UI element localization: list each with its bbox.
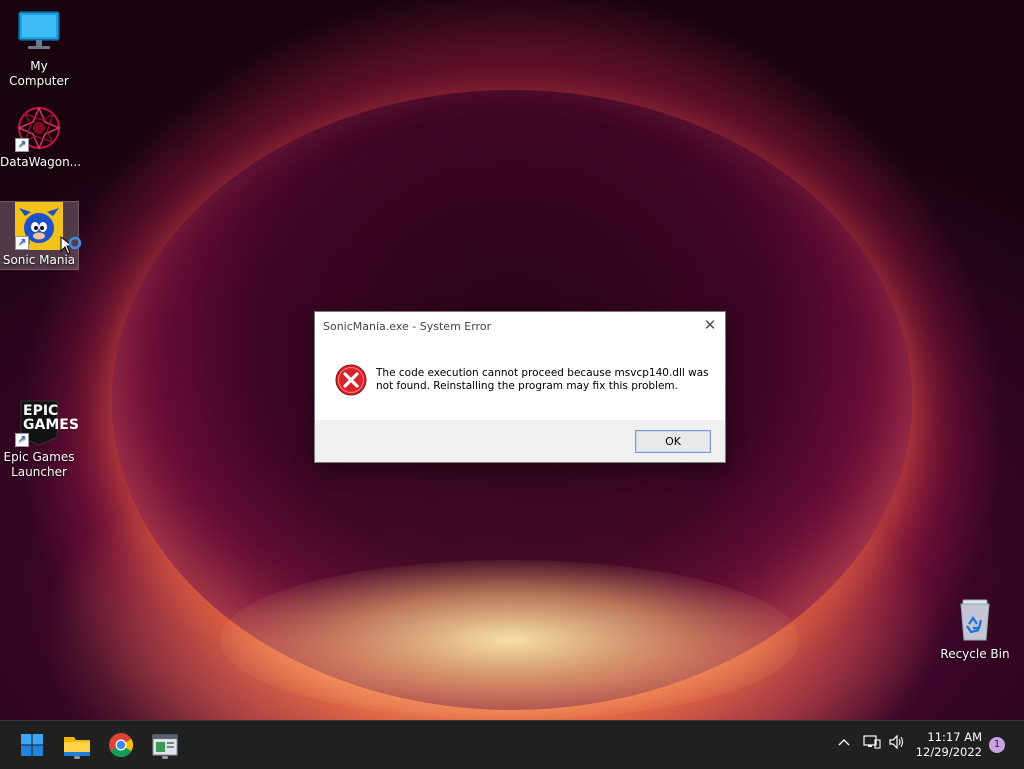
file-explorer-icon[interactable]	[61, 729, 93, 761]
system-error-dialog: SonicMania.exe - System Error ✕ The code…	[314, 311, 726, 463]
dialog-title: SonicMania.exe - System Error	[323, 320, 492, 333]
running-indicator	[74, 756, 80, 759]
error-icon	[335, 364, 367, 396]
clock-date: 12/29/2022	[915, 745, 982, 759]
clock-time: 11:17 AM	[927, 730, 982, 744]
volume-icon[interactable]	[888, 734, 906, 754]
chrome-icon[interactable]	[105, 729, 137, 761]
shortcut-arrow-icon: ↗	[15, 433, 29, 447]
windows-start-icon[interactable]	[16, 729, 48, 761]
datawagon-icon: ↗	[15, 104, 63, 152]
dialog-footer: OK	[315, 420, 725, 462]
sonic-mania-icon: ↗	[15, 202, 63, 250]
desktop-icon-label: DataWagon...	[0, 155, 82, 169]
desktop-icon-label: Recycle Bin	[940, 647, 1010, 661]
clock[interactable]: 11:17 AM 12/29/2022	[916, 730, 982, 760]
app-window-icon[interactable]	[149, 729, 181, 761]
taskbar: 11:17 AM 12/29/2022 1	[0, 720, 1024, 769]
desktop-icon-datawagon[interactable]: ↗ DataWagon...	[0, 104, 82, 170]
network-icon[interactable]	[863, 734, 881, 754]
desktop-icon-epic-games[interactable]: EPIC GAMES ↗ Epic Games Launcher	[0, 399, 79, 480]
shortcut-arrow-icon: ↗	[15, 138, 29, 152]
shortcut-arrow-icon: ↗	[15, 236, 29, 250]
desktop-icon-label: Epic Games Launcher	[3, 450, 75, 479]
ok-button[interactable]: OK	[635, 430, 711, 453]
error-message: The code execution cannot proceed becaus…	[376, 367, 709, 392]
chevron-up-icon[interactable]	[836, 734, 852, 754]
monitor-icon	[15, 8, 63, 56]
mouse-cursor-icon	[60, 236, 82, 255]
running-indicator	[162, 756, 168, 759]
recycle-bin-icon	[951, 596, 999, 644]
epic-logo-text: EPIC GAMES	[23, 403, 79, 433]
desktop: My Computer ↗ DataWagon... ↗ Sonic Mania…	[0, 0, 1024, 720]
notification-badge[interactable]: 1	[989, 737, 1005, 753]
epic-games-icon: EPIC GAMES ↗	[15, 399, 79, 447]
desktop-icon-label: My Computer	[9, 59, 69, 88]
close-icon[interactable]: ✕	[701, 316, 719, 334]
wallpaper-glow	[220, 560, 800, 720]
desktop-icon-my-computer[interactable]: My Computer	[0, 8, 78, 89]
desktop-icon-recycle-bin[interactable]: Recycle Bin	[936, 596, 1014, 662]
